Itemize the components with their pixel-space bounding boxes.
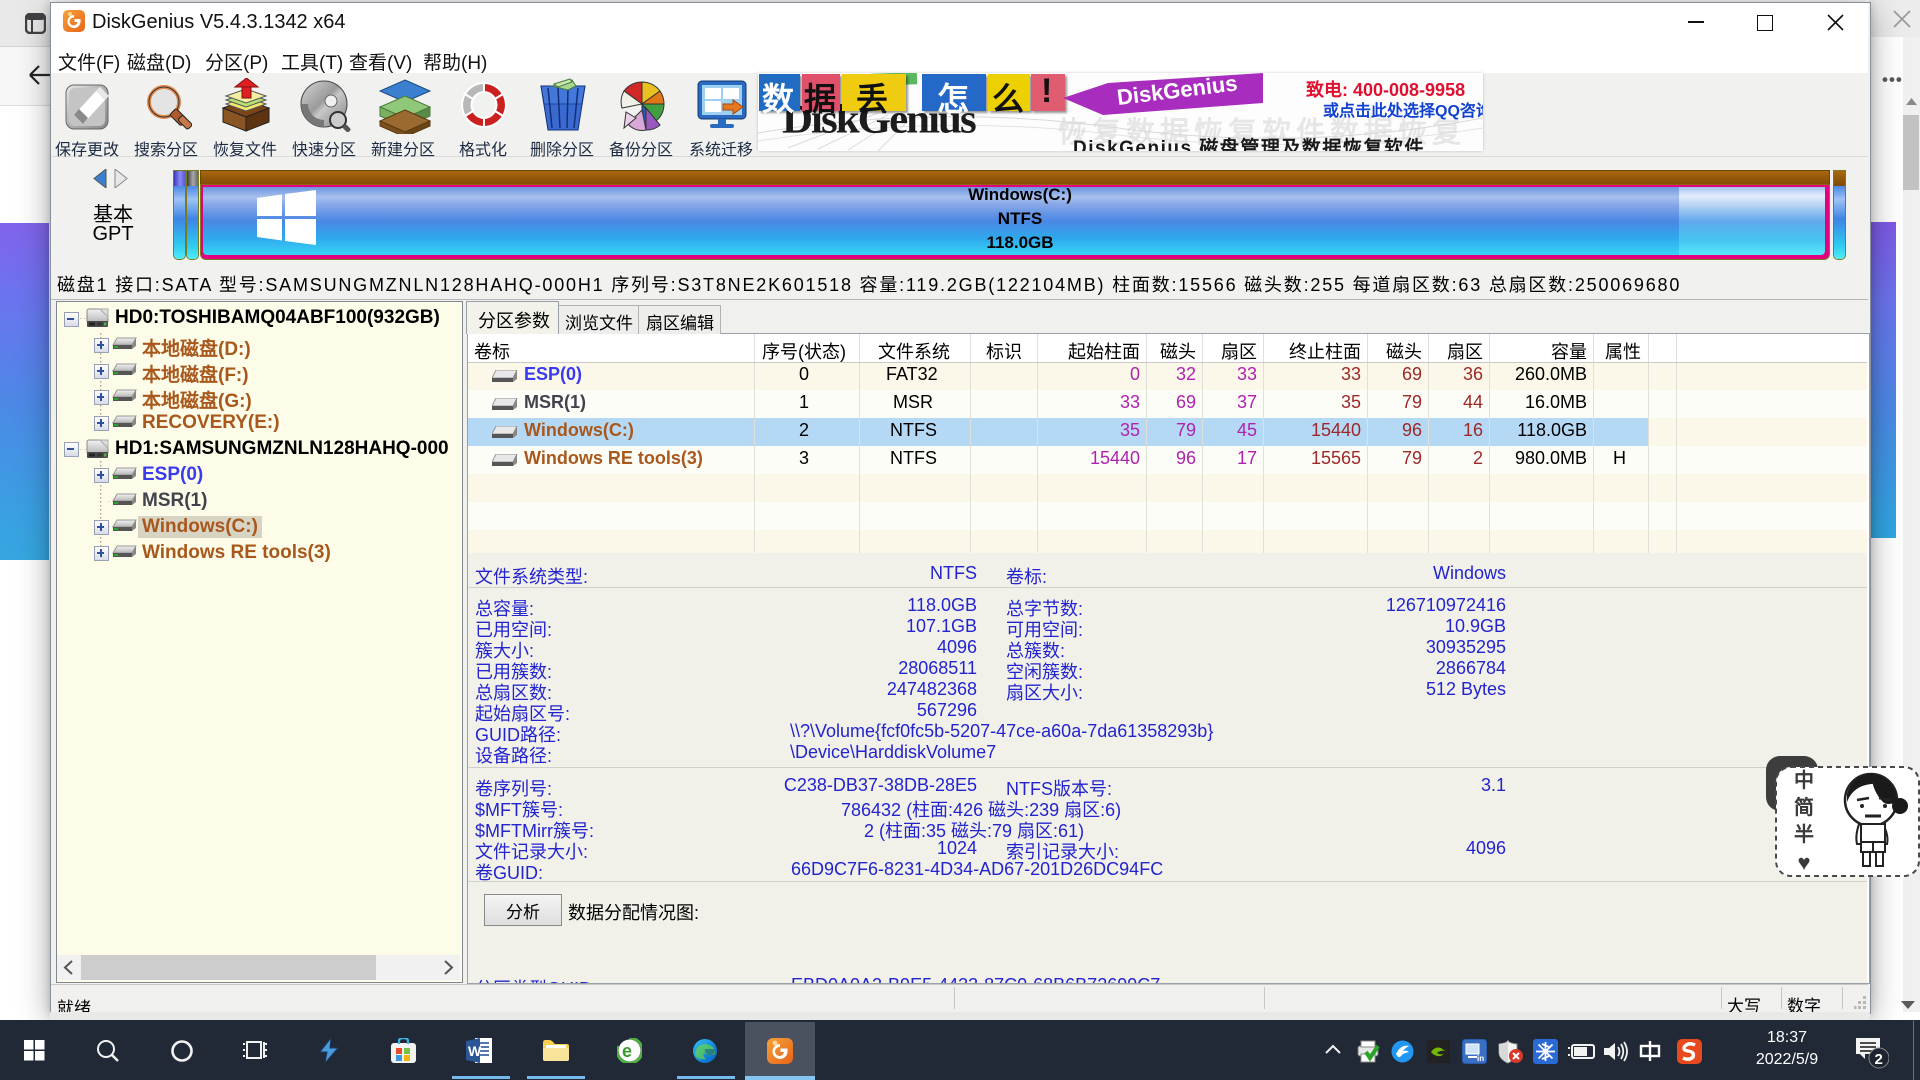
- svg-text:W: W: [468, 1043, 482, 1059]
- svg-text:in: in: [1477, 1054, 1484, 1063]
- svg-text:e: e: [622, 1041, 632, 1061]
- svg-text:2: 2: [1875, 1051, 1883, 1068]
